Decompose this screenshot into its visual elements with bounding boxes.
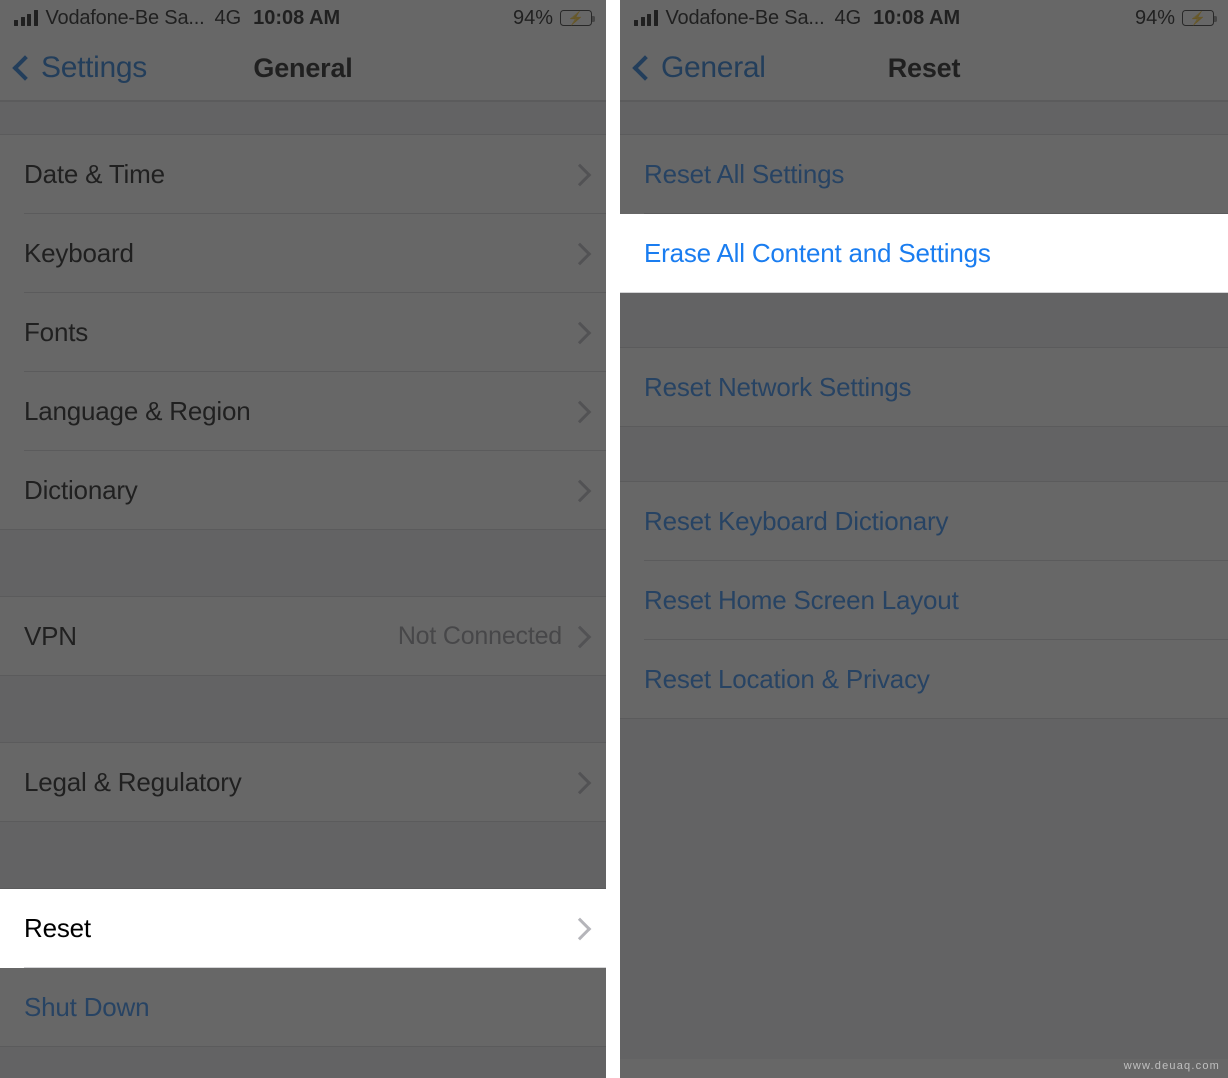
nav-bar-right: General Reset — [620, 36, 1228, 100]
screenshot-divider — [606, 0, 620, 1078]
settings-row-vpn[interactable]: VPN Not Connected — [0, 597, 606, 676]
row-label: Date & Time — [24, 159, 165, 189]
status-bar-left-group: Vodafone-Be Sa... 4G 10:08 AM — [634, 7, 960, 30]
row-label: Reset Network Settings — [644, 372, 912, 402]
clock-label: 10:08 AM — [873, 6, 961, 29]
status-bar-right-group: 94% ⚡ — [512, 6, 595, 30]
status-bar-right-group: 94% ⚡ — [1134, 6, 1217, 30]
row-label: Shut Down — [24, 992, 150, 1022]
site-watermark: www.deuaq.com — [1123, 1060, 1220, 1072]
network-type-label: 4G — [214, 6, 242, 29]
back-button-label: General — [661, 51, 766, 84]
settings-row-keyboard[interactable]: Keyboard — [0, 214, 606, 293]
back-button-general[interactable]: General — [632, 51, 766, 85]
carrier-label: Vodafone-Be Sa... — [665, 6, 825, 29]
battery-percent-label: 94% — [1134, 6, 1175, 29]
signal-bars-icon — [14, 10, 38, 26]
settings-row-legal-regulatory[interactable]: Legal & Regulatory — [0, 743, 606, 822]
status-bar-left-group: Vodafone-Be Sa... 4G 10:08 AM — [14, 7, 340, 30]
row-label: Keyboard — [24, 238, 134, 268]
row-label: Reset Keyboard Dictionary — [644, 506, 949, 536]
settings-row-reset[interactable]: Reset — [0, 889, 606, 968]
reset-row-reset-home-screen-layout[interactable]: Reset Home Screen Layout — [620, 561, 1228, 640]
network-type-label: 4G — [834, 6, 862, 29]
row-label: Reset Home Screen Layout — [644, 585, 959, 615]
settings-row-dictionary[interactable]: Dictionary — [0, 451, 606, 530]
row-label: Legal & Regulatory — [24, 767, 242, 797]
chevron-left-icon — [632, 55, 658, 81]
reset-row-reset-keyboard-dictionary[interactable]: Reset Keyboard Dictionary — [620, 482, 1228, 561]
chevron-right-icon — [568, 163, 592, 186]
settings-row-language-region[interactable]: Language & Region — [0, 372, 606, 451]
row-label: Reset — [24, 913, 91, 943]
nav-bar-left: Settings General — [0, 36, 606, 100]
clock-label: 10:08 AM — [253, 6, 341, 29]
row-value-vpn-status: Not Connected — [397, 622, 562, 650]
group-gap-3 — [0, 822, 606, 889]
chevron-right-icon — [568, 242, 592, 265]
group-gap-2 — [0, 676, 606, 743]
carrier-label: Vodafone-Be Sa... — [45, 6, 205, 29]
back-button-settings[interactable]: Settings — [12, 51, 147, 85]
row-label: Dictionary — [24, 475, 138, 505]
group-gap-1 — [0, 530, 606, 597]
group-gap-bottom — [0, 1047, 606, 1078]
reset-row-reset-all-settings[interactable]: Reset All Settings — [620, 135, 1228, 214]
right-phone-screen: Vodafone-Be Sa... 4G 10:08 AM 94% ⚡ Gene… — [620, 0, 1228, 1078]
group-gap-1 — [620, 293, 1228, 348]
group-gap-top — [620, 100, 1228, 135]
settings-row-date-time[interactable]: Date & Time — [0, 135, 606, 214]
chevron-right-icon — [568, 771, 592, 794]
status-bar-right: Vodafone-Be Sa... 4G 10:08 AM 94% ⚡ — [620, 0, 1228, 36]
settings-table-general: Date & Time Keyboard Fonts Language & Re… — [0, 100, 606, 1078]
battery-percent-label: 94% — [512, 6, 553, 29]
row-label: Reset All Settings — [644, 159, 845, 189]
dual-screenshot-container: Vodafone-Be Sa... 4G 10:08 AM 94% ⚡ Sett… — [0, 0, 1228, 1078]
chevron-right-icon — [568, 479, 592, 502]
battery-charging-icon: ⚡ — [1182, 10, 1217, 26]
table-tail — [620, 719, 1228, 1059]
reset-row-reset-network-settings[interactable]: Reset Network Settings — [620, 348, 1228, 427]
battery-charging-icon: ⚡ — [560, 10, 595, 26]
status-bar-left: Vodafone-Be Sa... 4G 10:08 AM 94% ⚡ — [0, 0, 606, 36]
chevron-right-icon — [568, 400, 592, 423]
reset-row-erase-all-content-and-settings[interactable]: Erase All Content and Settings — [620, 214, 1228, 293]
chevron-left-icon — [12, 55, 38, 81]
chevron-right-icon — [568, 625, 592, 648]
chevron-right-icon — [568, 321, 592, 344]
settings-table-reset: Reset All Settings Erase All Content and… — [620, 100, 1228, 1059]
left-phone-screen: Vodafone-Be Sa... 4G 10:08 AM 94% ⚡ Sett… — [0, 0, 606, 1078]
row-label: Erase All Content and Settings — [644, 238, 991, 268]
settings-row-shut-down[interactable]: Shut Down — [0, 968, 606, 1047]
signal-bars-icon — [634, 10, 658, 26]
chevron-right-icon — [568, 917, 592, 940]
reset-row-reset-location-privacy[interactable]: Reset Location & Privacy — [620, 640, 1228, 719]
row-label: VPN — [24, 621, 77, 651]
back-button-label: Settings — [41, 51, 147, 84]
row-label: Reset Location & Privacy — [644, 664, 930, 694]
row-label: Fonts — [24, 317, 89, 347]
group-gap-top — [0, 100, 606, 135]
group-gap-2 — [620, 427, 1228, 482]
settings-row-fonts[interactable]: Fonts — [0, 293, 606, 372]
row-label: Language & Region — [24, 396, 251, 426]
